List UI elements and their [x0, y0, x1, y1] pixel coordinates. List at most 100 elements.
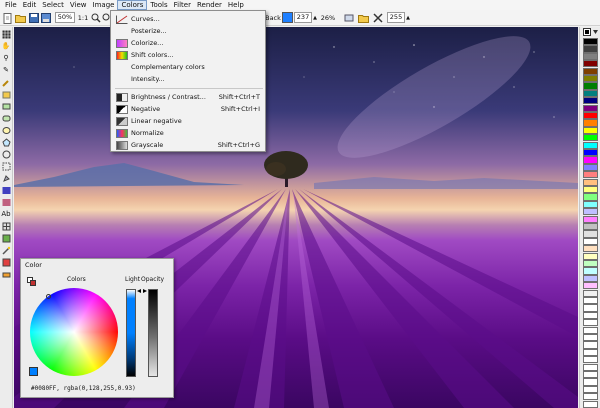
menu-file[interactable]: File [2, 0, 20, 10]
palette-color-swatch[interactable] [583, 371, 598, 379]
palette-color-swatch[interactable] [583, 334, 598, 342]
pixel-select-icon[interactable] [1, 257, 11, 267]
palette-color-swatch[interactable] [583, 348, 598, 356]
palette-color-swatch[interactable] [583, 112, 598, 120]
open-folder-icon[interactable] [15, 12, 26, 24]
palette-color-swatch[interactable] [583, 104, 598, 112]
palette-color-swatch[interactable] [583, 393, 598, 401]
palette-color-swatch[interactable] [583, 89, 598, 97]
menu-item-linear-negative[interactable]: Linear negative [112, 115, 264, 127]
palette-color-swatch[interactable] [583, 149, 598, 157]
palette-color-swatch[interactable] [583, 326, 598, 334]
move-icon[interactable] [1, 269, 11, 279]
zoom-in-icon[interactable] [90, 12, 101, 24]
palette-color-swatch[interactable] [583, 282, 598, 290]
eyedropper-icon[interactable]: ⚲ [1, 53, 11, 63]
palette-color-swatch[interactable] [583, 193, 598, 201]
hand-icon[interactable]: ✋ [1, 41, 11, 51]
back-color-swatch[interactable] [282, 12, 293, 23]
palette-color-swatch[interactable] [583, 156, 598, 164]
color-wheel[interactable] [30, 288, 118, 376]
palette-color-swatch[interactable] [583, 289, 598, 297]
palette-color-swatch[interactable] [583, 400, 598, 408]
ellipse-icon[interactable] [1, 125, 11, 135]
menu-item-posterize[interactable]: Posterize... [112, 25, 264, 37]
menu-colors[interactable]: Colors [117, 0, 148, 10]
menu-help[interactable]: Help [225, 0, 247, 10]
palette-color-swatch[interactable] [583, 134, 598, 142]
menu-item-negative[interactable]: Negative Shift+Ctrl+I [112, 103, 264, 115]
menu-render[interactable]: Render [194, 0, 225, 10]
lasso-icon[interactable] [1, 173, 11, 183]
menu-item-intensity[interactable]: Intensity... [112, 73, 264, 85]
current-color-swatch[interactable] [29, 367, 38, 376]
opacity-marker-icon[interactable] [143, 289, 147, 293]
menu-tools[interactable]: Tools [147, 0, 170, 10]
menu-item-brightness-contrast[interactable]: Brightness / Contrast... Shift+Ctrl+T [112, 91, 264, 103]
back-color-value[interactable]: 237 [294, 12, 312, 23]
palette-color-swatch[interactable] [583, 75, 598, 83]
menu-edit[interactable]: Edit [20, 0, 40, 10]
palette-color-swatch[interactable] [583, 82, 598, 90]
palette-color-swatch[interactable] [583, 208, 598, 216]
rectangle-icon[interactable] [1, 101, 11, 111]
palette-color-swatch[interactable] [583, 260, 598, 268]
polygon-icon[interactable] [1, 137, 11, 147]
palette-color-swatch[interactable] [583, 385, 598, 393]
text-icon[interactable]: Ab [1, 209, 11, 219]
save-icon[interactable] [28, 12, 39, 24]
palette-color-swatch[interactable] [583, 356, 598, 364]
menu-item-colorize[interactable]: Colorize... [112, 37, 264, 49]
rounded-rect-icon[interactable] [1, 113, 11, 123]
color-window-title[interactable]: Color [21, 259, 173, 271]
palette-color-swatch[interactable] [583, 200, 598, 208]
palette-color-swatch[interactable] [583, 186, 598, 194]
menu-item-complementary[interactable]: Complementary colors [112, 61, 264, 73]
menu-item-shift-colors[interactable]: Shift colors... [112, 49, 264, 61]
menu-view[interactable]: View [67, 0, 90, 10]
palette-color-swatch[interactable] [583, 341, 598, 349]
layers-grid-icon[interactable] [1, 29, 11, 39]
palette-color-swatch[interactable] [583, 67, 598, 75]
palette-color-swatch[interactable] [583, 126, 598, 134]
palette-color-swatch[interactable] [583, 45, 598, 53]
menu-item-curves[interactable]: Curves... [112, 13, 264, 25]
opacity-slider[interactable] [148, 289, 158, 377]
palette-color-swatch[interactable] [583, 223, 598, 231]
close-icon[interactable] [372, 12, 383, 24]
deform-icon[interactable] [1, 221, 11, 231]
color-window[interactable]: Color Colors Light Opacity #0080FF, rgba… [20, 258, 174, 398]
wheel-cursor[interactable] [46, 294, 51, 299]
texture-icon[interactable] [1, 233, 11, 243]
palette-dropdown-icon[interactable] [582, 28, 599, 36]
back-spin-icon[interactable]: ▲ [312, 12, 318, 24]
new-file-icon[interactable] [2, 12, 13, 24]
palette-color-swatch[interactable] [583, 363, 598, 371]
pen-icon[interactable]: ✎ [1, 65, 11, 75]
menu-item-normalize[interactable]: Normalize [112, 127, 264, 139]
palette-color-swatch[interactable] [583, 378, 598, 386]
palette-color-swatch[interactable] [583, 119, 598, 127]
palette-color-swatch[interactable] [583, 38, 598, 46]
palette-color-swatch[interactable] [583, 163, 598, 171]
light-marker-icon[interactable] [137, 289, 141, 293]
palette-color-swatch[interactable] [583, 171, 598, 179]
palette-color-swatch[interactable] [583, 252, 598, 260]
palette-color-swatch[interactable] [583, 237, 598, 245]
palette-color-swatch[interactable] [583, 97, 598, 105]
palette-color-swatch[interactable] [583, 304, 598, 312]
menu-image[interactable]: Image [90, 0, 118, 10]
layer-icon[interactable] [343, 12, 354, 24]
palette-color-swatch[interactable] [583, 297, 598, 305]
open-folder-small-icon[interactable] [358, 12, 369, 24]
palette-color-swatch[interactable] [583, 319, 598, 327]
menu-filter[interactable]: Filter [171, 0, 194, 10]
palette-color-swatch[interactable] [583, 311, 598, 319]
palette-color-swatch[interactable] [583, 245, 598, 253]
palette-color-swatch[interactable] [583, 52, 598, 60]
light-slider[interactable] [126, 289, 136, 377]
select-icon[interactable] [1, 161, 11, 171]
menu-select[interactable]: Select [39, 0, 67, 10]
magic-wand-icon[interactable] [1, 245, 11, 255]
palette-color-swatch[interactable] [583, 274, 598, 282]
